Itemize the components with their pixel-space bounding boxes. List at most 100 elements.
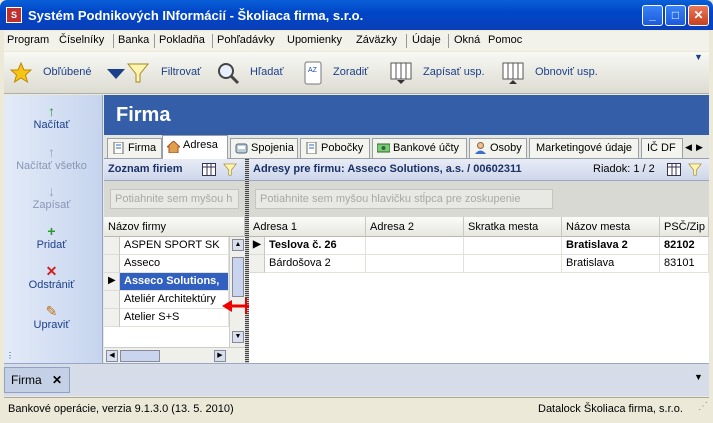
favorites-button[interactable]: Obľúbené bbox=[9, 59, 109, 87]
menu-udaje[interactable]: Údaje bbox=[412, 34, 441, 46]
columns-save-icon bbox=[390, 62, 412, 84]
search-button[interactable]: Hľadať bbox=[216, 59, 296, 87]
document-icon bbox=[113, 142, 124, 154]
close-icon[interactable]: ✕ bbox=[52, 368, 62, 392]
phone-icon bbox=[235, 143, 248, 154]
menu-pohladavky[interactable]: Pohľadávky bbox=[217, 34, 275, 46]
toolbar-overflow-icon[interactable]: ▼ bbox=[694, 52, 706, 80]
vertical-scrollbar[interactable]: ▲ ▼ bbox=[229, 237, 245, 347]
main-area: Firma Firma Adresa Spojenia Pobočky Bank… bbox=[104, 95, 709, 363]
load-button[interactable]: ↑ Načítať bbox=[4, 103, 99, 131]
document-icon bbox=[306, 142, 317, 154]
status-bar: Bankové operácie, verzia 9.1.3.0 (13. 5.… bbox=[4, 397, 709, 421]
save-usp-button[interactable]: Zapísať usp. bbox=[389, 59, 489, 87]
document-tab-firma[interactable]: Firma ✕ bbox=[4, 367, 70, 393]
grid-layout-icon[interactable] bbox=[202, 163, 216, 176]
table-row[interactable]: ASPEN SPORT SK bbox=[104, 237, 245, 255]
load-all-button[interactable]: ↑ Načítať všetko bbox=[4, 144, 99, 172]
tab-ic-df[interactable]: IČ DF bbox=[641, 138, 683, 158]
person-icon bbox=[475, 142, 486, 154]
current-row-icon: ▶ bbox=[253, 239, 261, 250]
table-row[interactable]: Asseco bbox=[104, 255, 245, 273]
chevron-down-icon bbox=[107, 69, 125, 79]
edit-button[interactable]: ✎ Upraviť bbox=[4, 303, 99, 331]
grid-layout-icon[interactable] bbox=[667, 163, 681, 176]
favorites-dropdown[interactable] bbox=[104, 59, 125, 87]
arrow-up-icon: ↑ bbox=[48, 103, 55, 119]
group-by-area[interactable]: Potiahnite sem myšou hlavičku stĺpca pre… bbox=[249, 181, 709, 217]
resize-grip-icon[interactable]: ⋰ bbox=[698, 401, 708, 412]
pencil-icon: ✎ bbox=[45, 303, 58, 319]
row-selector[interactable]: ▶ bbox=[104, 273, 120, 291]
sort-az-icon: AZ bbox=[304, 61, 322, 85]
tab-firma[interactable]: Firma bbox=[107, 138, 162, 158]
add-button[interactable]: + Pridať bbox=[4, 223, 99, 251]
row-counter: Riadok: 1 / 2 bbox=[593, 163, 655, 175]
column-nazov-mesta[interactable]: Názov mesta bbox=[562, 217, 660, 237]
table-row[interactable]: Bárdošova 2 Bratislava 83101 bbox=[249, 255, 709, 273]
sidebar-scroll-icon[interactable]: ⋮ bbox=[6, 351, 14, 360]
row-selector[interactable] bbox=[249, 255, 265, 273]
menu-bar: Program Číselníky Banka Pokladňa Pohľadá… bbox=[4, 31, 709, 51]
horizontal-scrollbar[interactable]: ◀ ▶ bbox=[104, 347, 245, 363]
firm-list-header: Zoznam firiem bbox=[104, 159, 245, 181]
close-button[interactable]: ✕ bbox=[688, 5, 709, 26]
tab-list-dropdown-icon[interactable]: ▼ bbox=[694, 372, 703, 382]
window-title: Systém Podnikových INformácií - Školiaca… bbox=[28, 8, 364, 23]
tab-scroll-right-icon[interactable]: ▶ bbox=[696, 142, 703, 153]
sort-button[interactable]: AZ Zoradiť bbox=[301, 59, 381, 87]
tab-strip: Firma Adresa Spojenia Pobočky Bankové úč… bbox=[104, 135, 709, 159]
filter-icon[interactable] bbox=[687, 162, 703, 177]
menu-program[interactable]: Program bbox=[7, 34, 49, 46]
tab-marketingove-udaje[interactable]: Marketingové údaje bbox=[529, 138, 639, 158]
star-icon bbox=[9, 61, 33, 84]
house-icon bbox=[167, 141, 180, 153]
scroll-thumb[interactable] bbox=[120, 350, 160, 362]
status-version: Bankové operácie, verzia 9.1.3.0 (13. 5.… bbox=[8, 403, 234, 415]
row-selector[interactable]: ▶ bbox=[249, 237, 265, 255]
tab-scroll-left-icon[interactable]: ◀ bbox=[685, 142, 692, 153]
column-adresa-1[interactable]: Adresa 1 bbox=[249, 217, 366, 237]
menu-zavazky[interactable]: Záväzky bbox=[356, 34, 397, 46]
action-sidebar: ↑ Načítať ↑ Načítať všetko ↓ Zapísať + P… bbox=[4, 95, 103, 363]
maximize-button[interactable]: □ bbox=[665, 5, 686, 26]
filter-button[interactable]: Filtrovať bbox=[126, 59, 210, 87]
filter-icon[interactable] bbox=[222, 162, 238, 177]
menu-okna[interactable]: Okná bbox=[454, 34, 480, 46]
column-nazov-firmy[interactable]: Názov firmy bbox=[104, 217, 245, 237]
menu-pokladna[interactable]: Pokladňa bbox=[159, 34, 205, 46]
tab-osoby[interactable]: Osoby bbox=[469, 138, 527, 158]
column-adresa-2[interactable]: Adresa 2 bbox=[366, 217, 464, 237]
column-skratka-mesta[interactable]: Skratka mesta bbox=[464, 217, 562, 237]
address-panel: Adresy pre firmu: Asseco Solutions, a.s.… bbox=[249, 159, 709, 363]
table-row-selected[interactable]: ▶ Teslova č. 26 Bratislava 2 82102 bbox=[249, 237, 709, 255]
restore-usp-button[interactable]: Obnoviť usp. bbox=[501, 59, 605, 87]
page-header: Firma bbox=[104, 95, 709, 135]
title-bar[interactable]: S Systém Podnikových INformácií - Školia… bbox=[0, 0, 713, 30]
group-by-placeholder: Potiahnite sem myšou hlavičku stĺpca pre… bbox=[255, 189, 553, 209]
row-selector[interactable] bbox=[104, 309, 120, 327]
row-selector[interactable] bbox=[104, 291, 120, 309]
tab-adresa[interactable]: Adresa bbox=[162, 135, 228, 159]
tab-spojenia[interactable]: Spojenia bbox=[230, 138, 298, 158]
menu-ciselniky[interactable]: Číselníky bbox=[59, 34, 104, 46]
save-button[interactable]: ↓ Zapísať bbox=[4, 183, 99, 211]
arrow-up-icon: ↑ bbox=[48, 144, 55, 160]
scroll-thumb[interactable] bbox=[232, 257, 244, 297]
group-by-area[interactable]: Potiahnite sem myšou h bbox=[104, 181, 245, 217]
row-selector[interactable] bbox=[104, 237, 120, 255]
menu-separator bbox=[448, 34, 449, 48]
menu-pomoc[interactable]: Pomoc bbox=[488, 34, 522, 46]
row-selector[interactable] bbox=[104, 255, 120, 273]
delete-button[interactable]: ✕ Odstrániť bbox=[4, 263, 99, 291]
menu-upomienky[interactable]: Upomienky bbox=[287, 34, 342, 46]
minimize-button[interactable]: _ bbox=[642, 5, 663, 26]
tab-pobocky[interactable]: Pobočky bbox=[300, 138, 370, 158]
menu-separator bbox=[212, 34, 213, 48]
tab-bankove-ucty[interactable]: Bankové účty bbox=[372, 138, 467, 158]
svg-text:AZ: AZ bbox=[308, 67, 318, 74]
table-row-selected[interactable]: ▶ Asseco Solutions, bbox=[104, 273, 245, 291]
column-psc-zip[interactable]: PSČ/Zip bbox=[660, 217, 709, 237]
menu-banka[interactable]: Banka bbox=[118, 34, 149, 46]
current-row-icon: ▶ bbox=[108, 275, 116, 286]
